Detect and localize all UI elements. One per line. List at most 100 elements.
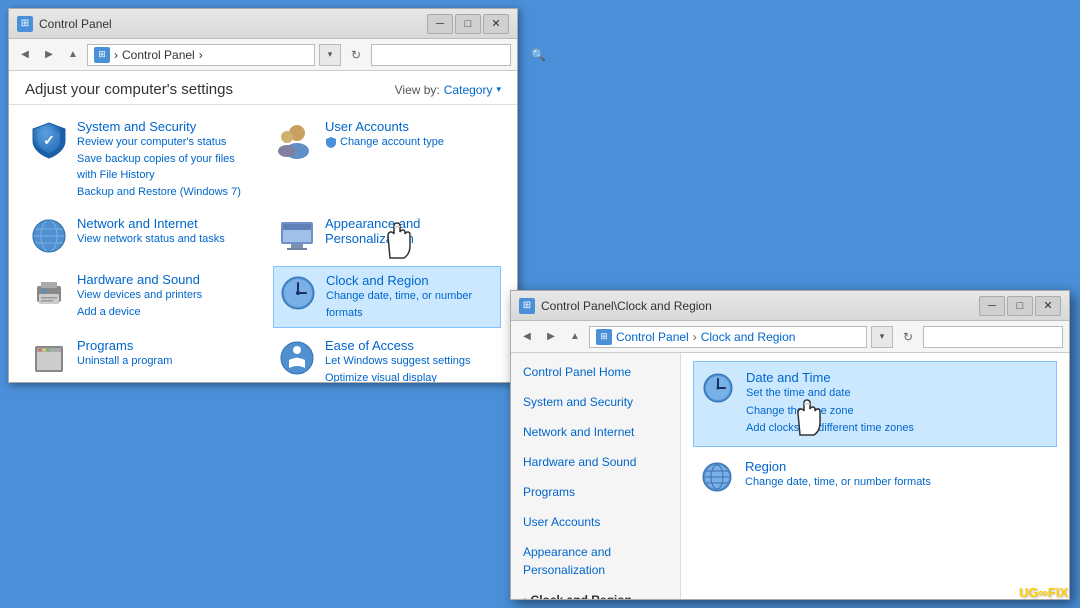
date-time-section-name[interactable]: Date and Time — [746, 370, 1050, 385]
ease-icon — [277, 338, 317, 378]
secondary-address-path[interactable]: ⊞ Control Panel › Clock and Region — [589, 326, 867, 348]
user-accounts-link-1[interactable]: Change account type — [325, 134, 497, 154]
globe-icon — [29, 216, 69, 256]
date-time-link-1[interactable]: Set the time and date — [746, 385, 1050, 403]
region-text: Region Change date, time, or number form… — [745, 459, 1051, 492]
maximize-button[interactable]: □ — [455, 14, 481, 34]
network-internet-name[interactable]: Network and Internet — [77, 216, 249, 231]
address-dropdown[interactable]: ▾ — [319, 44, 341, 66]
user-accounts-name[interactable]: User Accounts — [325, 119, 497, 134]
forward-button[interactable]: ▶ — [39, 45, 59, 65]
date-time-link-3[interactable]: Add clocks for different time zones — [746, 420, 1050, 438]
ease-of-access-link-2[interactable]: Optimize visual display — [325, 370, 497, 383]
content-area: Adjust your computer's settings View by:… — [9, 71, 517, 382]
minimize-button[interactable]: ─ — [427, 14, 453, 34]
date-time-link-2[interactable]: Change the time zone — [746, 403, 1050, 421]
search-input[interactable] — [376, 48, 531, 62]
sidebar-item-network-internet[interactable]: Network and Internet — [511, 417, 680, 447]
sidebar-item-control-panel-home[interactable]: Control Panel Home — [511, 357, 680, 387]
watermark-highlight: ∞ — [1038, 585, 1047, 600]
window-title: Control Panel — [39, 17, 427, 31]
programs-name[interactable]: Programs — [77, 338, 249, 353]
view-by-value[interactable]: Category — [444, 83, 493, 97]
main-window: ⊞ Control Panel ─ □ ✕ ◀ ▶ ▲ ⊞ › Control … — [8, 8, 518, 383]
window-controls: ─ □ ✕ — [427, 14, 509, 34]
ease-of-access-name[interactable]: Ease of Access — [325, 338, 497, 353]
programs-icon — [29, 338, 69, 378]
secondary-content-area: Control Panel Home System and Security N… — [511, 353, 1069, 599]
window-icon: ⊞ — [17, 16, 33, 32]
secondary-up-button[interactable]: ▲ — [565, 327, 585, 347]
back-button[interactable]: ◀ — [15, 45, 35, 65]
clock-region-icon — [278, 273, 318, 313]
watermark: UG∞FIX — [1019, 585, 1068, 600]
ease-of-access-link-1[interactable]: Let Windows suggest settings — [325, 353, 497, 370]
path-icon: ⊞ — [94, 47, 110, 63]
section-date-time[interactable]: Date and Time Set the time and date Chan… — [693, 361, 1057, 447]
category-appearance[interactable]: Appearance andPersonalization — [273, 210, 501, 262]
path-end-separator: › — [199, 48, 203, 62]
system-security-link-1[interactable]: Review your computer's status — [77, 134, 249, 151]
hardware-sound-name[interactable]: Hardware and Sound — [77, 272, 249, 287]
sidebar-item-hardware-sound[interactable]: Hardware and Sound — [511, 447, 680, 477]
date-time-svg-icon — [700, 370, 736, 406]
clock-region-link-1[interactable]: Change date, time, or number formats — [326, 288, 496, 321]
date-time-text: Date and Time Set the time and date Chan… — [746, 370, 1050, 438]
clock-region-name[interactable]: Clock and Region — [326, 273, 496, 288]
sidebar-item-appearance-personalization[interactable]: Appearance and Personalization — [511, 537, 680, 585]
up-button[interactable]: ▲ — [63, 45, 83, 65]
category-system-security[interactable]: ✓ System and Security Review your comput… — [25, 113, 253, 206]
category-programs[interactable]: Programs Uninstall a program — [25, 332, 253, 382]
category-ease-of-access[interactable]: Ease of Access Let Windows suggest setti… — [273, 332, 501, 382]
address-bar: ◀ ▶ ▲ ⊞ › Control Panel › ▾ ↻ 🔍 — [9, 39, 517, 71]
hardware-sound-link-1[interactable]: View devices and printers — [77, 287, 249, 304]
refresh-button[interactable]: ↻ — [345, 44, 367, 66]
view-by-label: View by: — [395, 83, 440, 97]
watermark-text: UG∞FIX — [1019, 585, 1068, 600]
svg-text:✓: ✓ — [43, 132, 55, 148]
section-region[interactable]: Region Change date, time, or number form… — [693, 451, 1057, 503]
sidebar-item-clock-region[interactable]: Clock and Region — [511, 585, 680, 599]
secondary-close-button[interactable]: ✕ — [1035, 296, 1061, 316]
programs-link-1[interactable]: Uninstall a program — [77, 353, 249, 370]
secondary-breadcrumb-2[interactable]: Clock and Region — [701, 330, 796, 344]
system-security-link-2[interactable]: Save backup copies of your files with Fi… — [77, 151, 249, 184]
region-section-name[interactable]: Region — [745, 459, 1051, 474]
secondary-minimize-button[interactable]: ─ — [979, 296, 1005, 316]
clock-region-text: Clock and Region Change date, time, or n… — [326, 273, 496, 321]
path-text: Control Panel — [122, 48, 195, 62]
network-icon — [29, 216, 69, 256]
secondary-back-button[interactable]: ◀ — [517, 327, 537, 347]
path-separator: › — [114, 48, 118, 62]
network-internet-link-1[interactable]: View network status and tasks — [77, 231, 249, 248]
shield-small-icon — [325, 136, 337, 148]
sidebar-item-user-accounts[interactable]: User Accounts — [511, 507, 680, 537]
address-path[interactable]: ⊞ › Control Panel › — [87, 44, 315, 66]
appearance-icon — [277, 216, 317, 256]
secondary-refresh-button[interactable]: ↻ — [897, 326, 919, 348]
search-icon[interactable]: 🔍 — [531, 48, 546, 62]
view-by-arrow-icon[interactable]: ▾ — [496, 84, 501, 95]
region-icon — [699, 459, 735, 495]
sidebar-item-programs[interactable]: Programs — [511, 477, 680, 507]
secondary-window-icon: ⊞ — [519, 298, 535, 314]
programs-text: Programs Uninstall a program — [77, 338, 249, 370]
close-button[interactable]: ✕ — [483, 14, 509, 34]
category-user-accounts[interactable]: User Accounts Change account type — [273, 113, 501, 206]
secondary-search-input[interactable] — [928, 330, 1080, 344]
hardware-sound-link-2[interactable]: Add a device — [77, 304, 249, 321]
system-security-link-3[interactable]: Backup and Restore (Windows 7) — [77, 184, 249, 201]
secondary-forward-button[interactable]: ▶ — [541, 327, 561, 347]
network-internet-text: Network and Internet View network status… — [77, 216, 249, 248]
sidebar-item-system-security[interactable]: System and Security — [511, 387, 680, 417]
category-hardware-sound[interactable]: Hardware and Sound View devices and prin… — [25, 266, 253, 328]
secondary-maximize-button[interactable]: □ — [1007, 296, 1033, 316]
category-network-internet[interactable]: Network and Internet View network status… — [25, 210, 253, 262]
secondary-address-dropdown[interactable]: ▾ — [871, 326, 893, 348]
appearance-name[interactable]: Appearance andPersonalization — [325, 216, 497, 246]
region-link-1[interactable]: Change date, time, or number formats — [745, 474, 1051, 492]
secondary-breadcrumb-1[interactable]: Control Panel — [616, 330, 689, 344]
user-accounts-icon — [277, 119, 317, 159]
system-security-name[interactable]: System and Security — [77, 119, 249, 134]
category-clock-region[interactable]: Clock and Region Change date, time, or n… — [273, 266, 501, 328]
